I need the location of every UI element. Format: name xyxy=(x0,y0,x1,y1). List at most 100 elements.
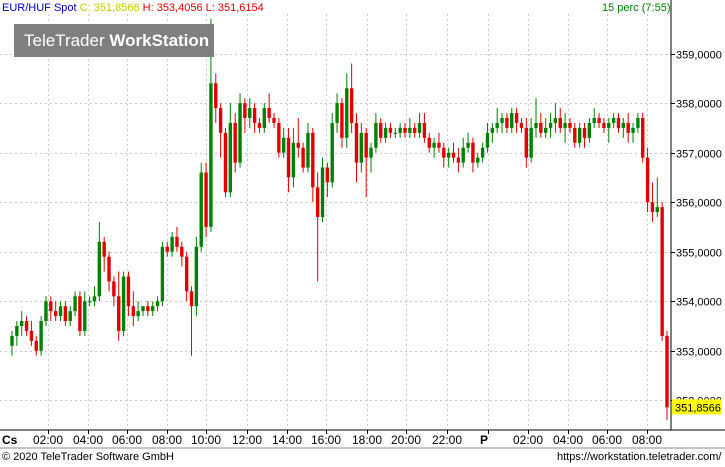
candle-body xyxy=(286,137,291,178)
candle-body xyxy=(330,122,334,183)
y-tick-label: 355,0000 xyxy=(676,248,722,260)
candle-body xyxy=(325,167,330,183)
y-tick-label: 356,0000 xyxy=(676,198,722,210)
candle-body xyxy=(524,127,528,158)
candle-body xyxy=(413,127,417,133)
candle-body xyxy=(335,103,339,123)
candle-body xyxy=(582,127,587,138)
candle-body xyxy=(102,241,106,257)
y-axis: 352,0000353,0000354,0000355,0000356,0000… xyxy=(671,50,722,408)
candle-body xyxy=(53,311,58,317)
candle-body xyxy=(456,157,461,163)
candle-body xyxy=(626,122,630,133)
candle-body xyxy=(131,306,135,317)
candle-body xyxy=(78,296,82,331)
candle-body xyxy=(345,88,349,138)
candle-body xyxy=(320,167,325,218)
candle-body xyxy=(184,256,189,292)
candle-body xyxy=(611,118,616,123)
candle-body xyxy=(141,306,145,312)
candle-body xyxy=(340,103,344,138)
x-tick-label: 04:00 xyxy=(553,433,583,447)
candle-body xyxy=(505,118,509,128)
candle-body xyxy=(655,207,659,213)
x-tick-label: 08:00 xyxy=(152,433,182,447)
candle-body xyxy=(267,108,271,118)
candle-body xyxy=(558,118,562,128)
footer-link[interactable]: https://workstation.teletrader.com/ xyxy=(557,451,721,463)
candle-body xyxy=(577,127,582,143)
candle-body xyxy=(204,172,208,227)
candle-body xyxy=(573,127,577,143)
candle-body xyxy=(20,321,24,326)
candle-body xyxy=(354,122,359,163)
candle-body xyxy=(112,281,116,297)
y-tick-label: 353,0000 xyxy=(676,347,722,359)
candle-body xyxy=(403,127,407,133)
candle-body xyxy=(602,122,606,128)
candle-body xyxy=(34,340,38,351)
candle-body xyxy=(126,276,131,307)
candle-body xyxy=(10,335,14,346)
high-value: H: 353,4056 xyxy=(142,2,203,14)
candle-body xyxy=(383,127,388,138)
candle-body xyxy=(209,83,213,227)
teletrader-logo: TeleTrader WorkStation xyxy=(14,24,214,57)
x-tick-label: 04:00 xyxy=(73,433,103,447)
candle-body xyxy=(480,147,485,158)
candle-body xyxy=(437,142,441,148)
candle-body xyxy=(446,152,451,158)
candle-body xyxy=(466,142,470,148)
candle-body xyxy=(563,122,567,128)
last-price-label: 351,8566 xyxy=(675,402,721,414)
candle-body xyxy=(621,122,626,128)
logo-brand: TeleTrader xyxy=(24,31,105,50)
candle-body xyxy=(461,147,465,163)
candle-body xyxy=(223,132,228,193)
candle-body xyxy=(73,296,77,312)
close-value: C: 351,8566 xyxy=(79,2,140,14)
candle-body xyxy=(422,122,427,138)
candle-body xyxy=(68,311,72,322)
candle-body xyxy=(277,122,281,153)
x-axis: Cs 02:00 04:00 06:00 08:00 10:00 12:00 14:00 16:… xyxy=(2,430,662,447)
candle-body xyxy=(374,122,378,148)
candle-body xyxy=(233,122,237,163)
candle-body xyxy=(301,147,305,168)
candle-body xyxy=(24,321,29,331)
candle-body xyxy=(636,118,640,128)
candle-body xyxy=(476,157,480,163)
price-chart[interactable]: 352,0000353,0000354,0000355,0000356,0000… xyxy=(0,0,725,467)
candle-body xyxy=(364,132,368,158)
candle-body xyxy=(544,127,548,133)
x-tick-label: Cs xyxy=(2,433,18,447)
candle-body xyxy=(63,306,68,322)
candle-body xyxy=(359,132,364,163)
candle-body xyxy=(597,118,601,123)
candle-body xyxy=(417,122,422,133)
x-tick-label: 06:00 xyxy=(112,433,142,447)
candle-body xyxy=(519,122,524,128)
candle-body xyxy=(252,108,257,123)
candle-body xyxy=(660,207,664,336)
candle-body xyxy=(369,147,373,158)
candle-body xyxy=(641,118,645,158)
candle-body xyxy=(471,142,475,163)
candle-body xyxy=(495,122,499,128)
candle-body xyxy=(534,122,538,128)
candle-body xyxy=(83,301,87,331)
candle-body xyxy=(514,113,519,123)
candle-body xyxy=(442,147,446,158)
candle-body xyxy=(180,246,184,257)
candle-body xyxy=(408,127,412,133)
candle-body xyxy=(631,127,635,133)
candle-body xyxy=(97,241,102,297)
candle-body xyxy=(218,108,223,133)
candle-body xyxy=(39,321,43,351)
y-tick-label: 359,0000 xyxy=(676,50,722,62)
candle-body xyxy=(146,306,150,312)
candle-body xyxy=(160,246,165,302)
x-tick-label: 14:00 xyxy=(272,433,302,447)
candle-body xyxy=(568,122,572,128)
candle-body xyxy=(650,202,655,213)
